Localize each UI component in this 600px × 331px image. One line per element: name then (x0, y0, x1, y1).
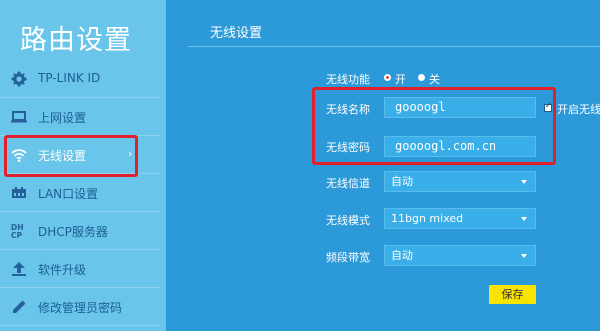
divider (0, 97, 160, 98)
sidebar-item-firmware[interactable]: 软件升级 (0, 251, 166, 288)
channel-select[interactable]: 自动 (384, 171, 536, 192)
sidebar-item-label: TP-LINK ID (38, 71, 101, 85)
chevron-down-icon (521, 217, 527, 221)
chevron-down-icon (521, 254, 527, 258)
network-icon (10, 184, 28, 202)
section-title: 无线设置 (210, 26, 263, 41)
sidebar-item-lan[interactable]: LAN口设置 (0, 175, 166, 212)
dhcp-icon: DH CP (10, 222, 28, 240)
save-button[interactable]: 保存 (489, 285, 536, 304)
divider (0, 287, 160, 288)
divider (0, 249, 160, 250)
sidebar-item-label: 修改管理员密码 (38, 301, 123, 315)
main-panel: 无线设置 无线功能 开 关 无线名称 goooogl 开启无线 无线密码 goo… (166, 0, 600, 331)
sidebar-item-label: 上网设置 (38, 111, 87, 125)
sidebar-item-label: DHCP服务器 (38, 225, 108, 239)
upload-icon (10, 260, 28, 278)
bandwidth-select[interactable]: 自动 (384, 245, 536, 266)
laptop-icon (10, 108, 28, 126)
channel-select-value: 自动 (391, 175, 413, 188)
sidebar-item-internet[interactable]: 上网设置 (0, 99, 166, 136)
pencil-icon (10, 298, 28, 316)
wireless-on-radio[interactable] (384, 74, 391, 81)
bandwidth-select-value: 自动 (391, 249, 413, 262)
wireless-on-label: 开 (395, 73, 406, 86)
sidebar-item-admin-password[interactable]: 修改管理员密码 (0, 289, 166, 326)
ssid-password-highlight-box (312, 87, 556, 165)
svg-text:CP: CP (11, 231, 23, 240)
sidebar-item-label: 软件升级 (38, 263, 87, 277)
sidebar-highlight-box (4, 135, 138, 177)
divider (0, 211, 160, 212)
gear-icon (10, 70, 28, 88)
sidebar-item-dhcp[interactable]: DH CP DHCP服务器 (0, 213, 166, 250)
divider (0, 325, 160, 326)
divider (188, 46, 600, 47)
sidebar-item-label: LAN口设置 (38, 187, 99, 201)
sidebar-item-tplink-id[interactable]: TP-LINK ID (0, 61, 166, 98)
wireless-function-label: 无线功能 (326, 73, 370, 86)
mode-select[interactable]: 11bgn mixed (384, 208, 536, 229)
mode-label: 无线模式 (326, 214, 370, 227)
bandwidth-label: 频段带宽 (326, 251, 370, 264)
mode-select-value: 11bgn mixed (391, 212, 464, 225)
channel-label: 无线信道 (326, 177, 370, 190)
chevron-down-icon (521, 180, 527, 184)
wireless-off-radio[interactable] (418, 74, 425, 81)
wireless-off-label: 关 (429, 73, 440, 86)
brand-title: 路由设置 (20, 25, 132, 56)
enable-wireless-label: 开启无线 (557, 103, 600, 116)
